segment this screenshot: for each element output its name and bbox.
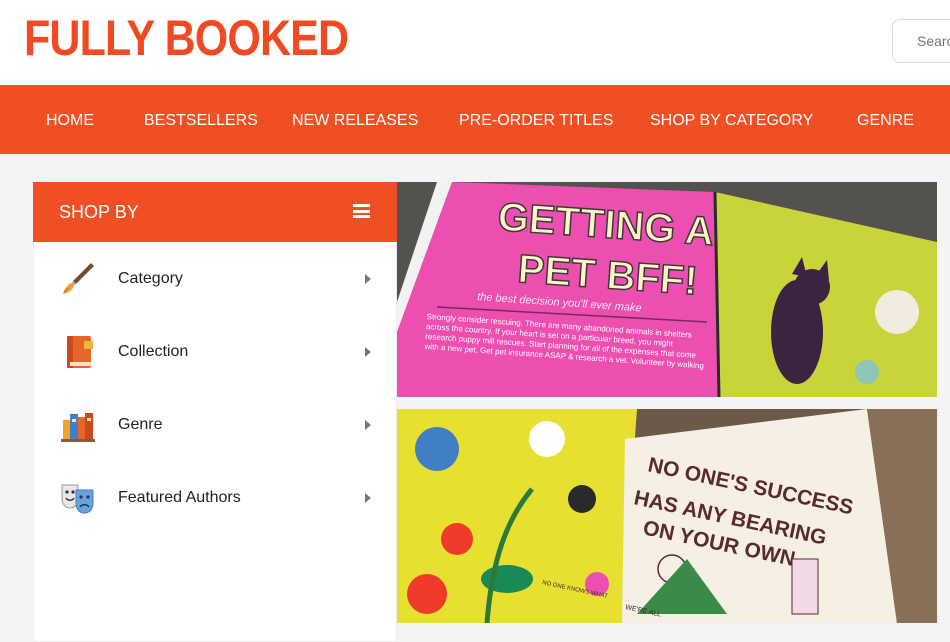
sidebar-item-label: Collection: [118, 343, 189, 360]
sidebar-header: SHOP BY: [33, 182, 397, 242]
promo-banner-image: NO ONE'S SUCCESS HAS ANY BEARING ON YOUR…: [397, 409, 937, 623]
sidebar-item-collection[interactable]: Collection: [34, 324, 396, 380]
shop-by-sidebar: SHOP BY Category Collection Genre Featur…: [33, 182, 397, 642]
nav-item-new-releases[interactable]: NEW RELEASES: [292, 85, 418, 154]
nav-item-home[interactable]: HOME: [46, 85, 94, 154]
books-shelf-icon: [61, 413, 95, 442]
theater-masks-icon: [61, 484, 94, 514]
nav-item-pre-order-titles[interactable]: PRE-ORDER TITLES: [459, 85, 613, 154]
promo-banner-pet-bff[interactable]: GETTING A PET BFF! the best decision you…: [397, 182, 937, 397]
sidebar-item-label: Category: [118, 270, 183, 287]
sidebar-item-label: Featured Authors: [118, 489, 241, 506]
nav-item-bestsellers[interactable]: BESTSELLERS: [144, 85, 258, 154]
sidebar-title: SHOP BY: [59, 202, 139, 222]
sidebar-item-featured-authors[interactable]: Featured Authors: [34, 470, 396, 526]
site-header: FULLY BOOKED: [0, 0, 950, 85]
chevron-right-icon: [365, 347, 371, 357]
site-logo[interactable]: FULLY BOOKED: [24, 10, 349, 66]
chevron-right-icon: [365, 493, 371, 503]
hamburger-icon[interactable]: [353, 204, 370, 218]
main-nav: HOME BESTSELLERS NEW RELEASES PRE-ORDER …: [0, 85, 950, 154]
promo-banner-success[interactable]: NO ONE'S SUCCESS HAS ANY BEARING ON YOUR…: [397, 409, 937, 623]
promo-banner-image: GETTING A PET BFF! the best decision you…: [397, 182, 937, 397]
book-icon: [67, 336, 93, 368]
chevron-right-icon: [365, 420, 371, 430]
paintbrush-icon: [63, 263, 94, 294]
nav-item-shop-by-category[interactable]: SHOP BY CATEGORY: [650, 85, 813, 154]
sidebar-item-category[interactable]: Category: [34, 251, 396, 307]
search-input[interactable]: [892, 19, 950, 63]
chevron-right-icon: [365, 274, 371, 284]
nav-item-genre[interactable]: GENRE: [857, 85, 914, 154]
sidebar-item-label: Genre: [118, 416, 163, 433]
sidebar-item-genre[interactable]: Genre: [34, 397, 396, 453]
